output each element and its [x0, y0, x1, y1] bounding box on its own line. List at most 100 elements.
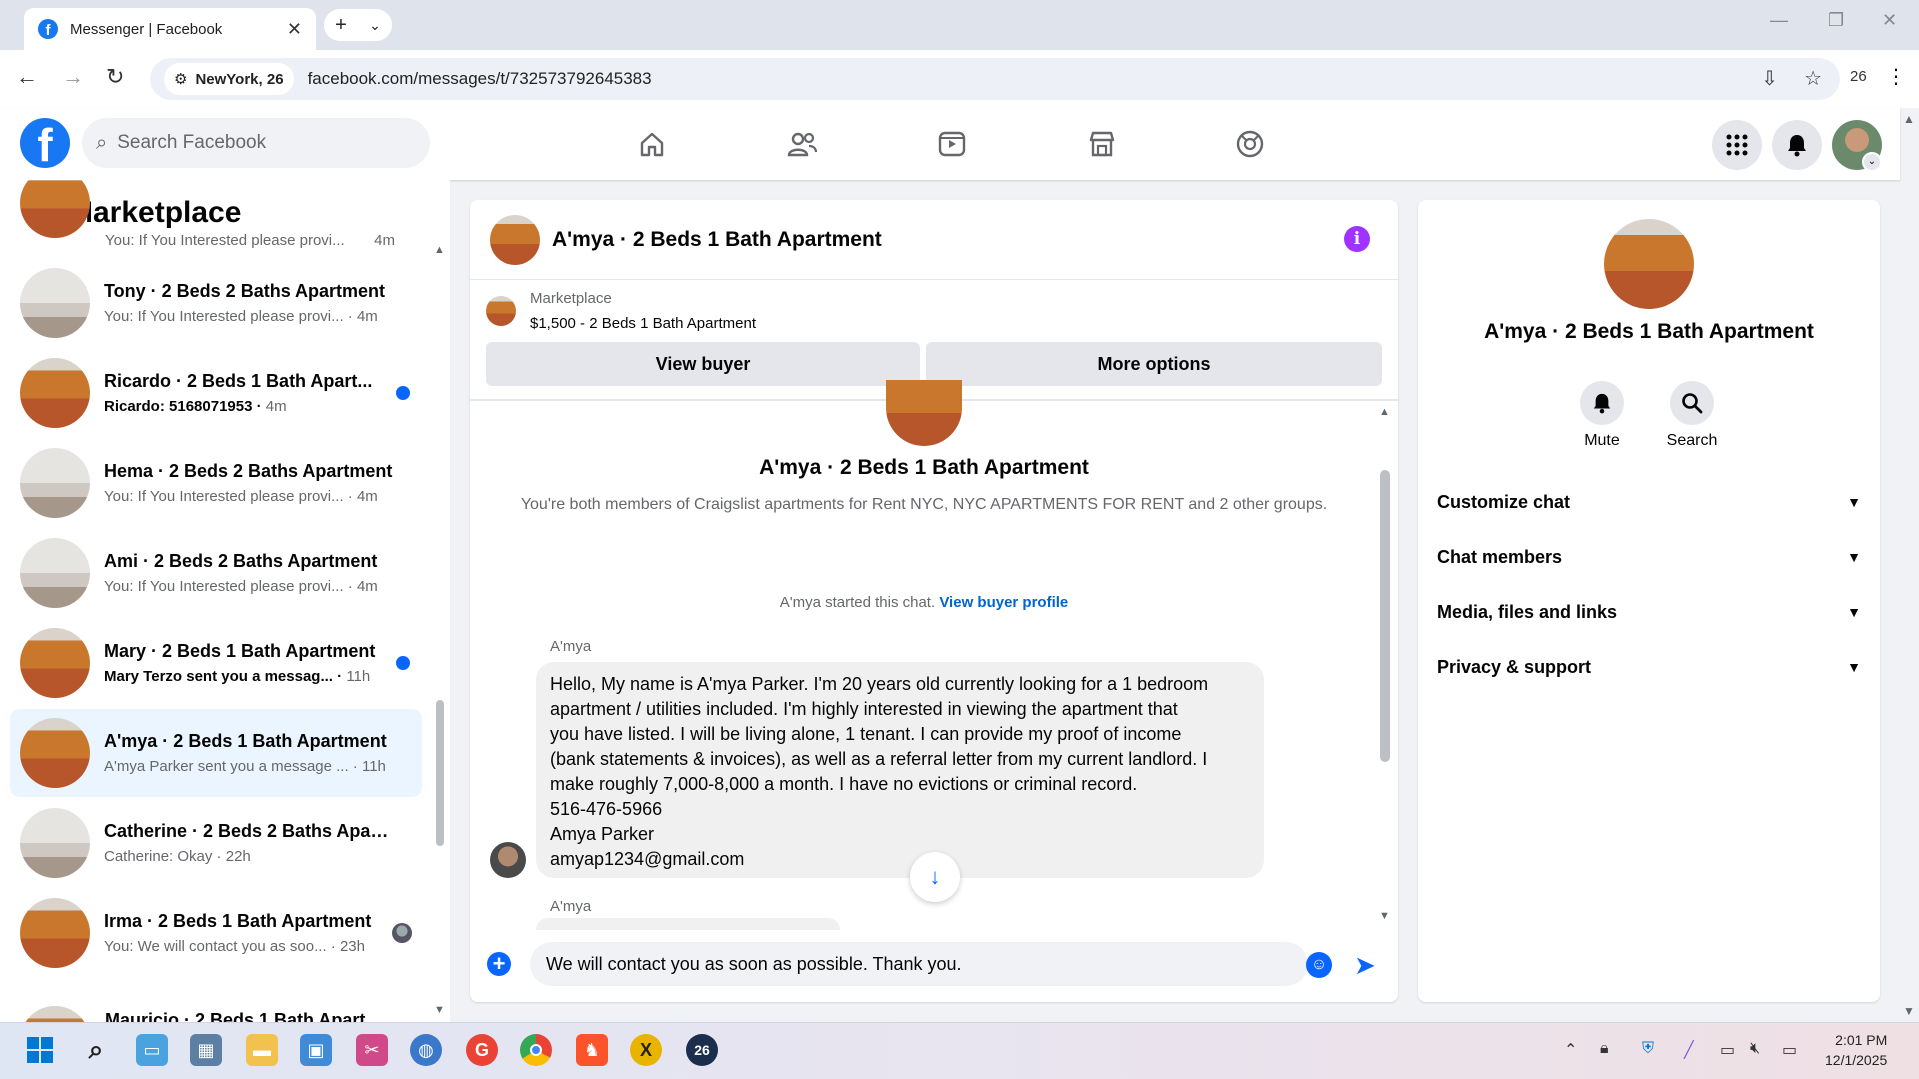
chat-avatar[interactable] [490, 214, 540, 265]
conversation-item[interactable]: Tony · 2 Beds 2 Baths Apartment You: If Y… [10, 259, 422, 347]
sender-avatar[interactable] [490, 842, 526, 878]
conversation-item[interactable]: Mary · 2 Beds 1 Bath Apartment Mary Terzo… [10, 619, 422, 707]
site-info-chip[interactable]: ⚙ NewYork, 26 [164, 63, 294, 95]
page-scroll-up-icon[interactable]: ▲ [1903, 112, 1915, 126]
profile-count[interactable]: 26 [1850, 68, 1867, 85]
conversation-item[interactable]: A'mya · 2 Beds 1 Bath Apartment A'mya Par… [10, 709, 422, 797]
chat-scroll-down-icon[interactable]: ▼ [1379, 910, 1390, 922]
close-window-icon[interactable]: ✕ [1882, 10, 1897, 31]
chat-scrollbar[interactable] [1380, 470, 1390, 762]
conversation-item[interactable]: Catherine · 2 Beds 2 Baths Apart... Cathe… [10, 799, 422, 887]
reload-icon[interactable]: ↻ [106, 64, 124, 90]
emoji-icon[interactable]: ☺ [1306, 952, 1332, 978]
view-buyer-profile-link[interactable]: View buyer profile [939, 594, 1068, 611]
minimize-icon[interactable]: — [1770, 10, 1788, 31]
sidebar-scrollbar[interactable] [436, 700, 444, 846]
send-icon[interactable]: ➤ [1354, 950, 1376, 981]
system-clock[interactable]: 2:01 PM 12/1/2025 [1825, 1030, 1887, 1070]
marketplace-label: Marketplace [530, 290, 612, 307]
snipping-tool-icon[interactable]: ✂ [356, 1034, 388, 1066]
new-tab-group[interactable]: + ⌄ [324, 9, 392, 41]
file-explorer-icon[interactable]: ▬ [246, 1034, 278, 1066]
conversation-item[interactable]: Ami · 2 Beds 2 Baths Apartment You: If Yo… [10, 529, 422, 617]
more-options-button[interactable]: More options [926, 342, 1382, 386]
info-avatar[interactable] [1604, 219, 1694, 309]
network-icon[interactable]: ▭ [1720, 1040, 1735, 1060]
windows-start-icon[interactable] [24, 1034, 56, 1066]
restore-icon[interactable]: ❐ [1828, 10, 1844, 31]
mute-bell-icon[interactable] [1580, 381, 1624, 425]
partial-preview-text: You: If You Interested please provi... [105, 232, 345, 249]
media-files-links-item[interactable]: Media, files and links ▼ [1437, 591, 1861, 633]
conversation-item[interactable]: Ricardo · 2 Beds 1 Bath Apart... Ricardo:… [10, 349, 422, 437]
info-icon[interactable]: i [1344, 226, 1370, 252]
message-bubble-partial[interactable] [536, 918, 840, 930]
globe-icon[interactable]: ◍ [410, 1034, 442, 1066]
forward-icon[interactable]: → [62, 64, 84, 90]
ix-browser-icon[interactable]: X [630, 1034, 662, 1066]
conversation-thumbnail [20, 538, 90, 608]
chrome-icon[interactable] [520, 1034, 552, 1066]
conversation-item[interactable]: Irma · 2 Beds 1 Bath Apartment You: We wi… [10, 889, 422, 977]
battery-icon[interactable]: ▭ [1782, 1040, 1797, 1060]
gaming-icon[interactable] [1228, 122, 1272, 166]
account-chevron-icon[interactable]: ⌄ [1862, 152, 1882, 172]
taskbar-search-icon[interactable]: ⌕ [80, 1034, 112, 1066]
chat-scroll-up-icon[interactable]: ▲ [1379, 406, 1390, 418]
customize-chat-item[interactable]: Customize chat ▼ [1437, 481, 1861, 523]
menu-label: Media, files and links [1437, 601, 1618, 622]
chevron-down-icon[interactable]: ⌄ [369, 17, 381, 34]
sidebar-scroll-up-icon[interactable]: ▲ [434, 244, 445, 256]
privacy-support-item[interactable]: Privacy & support ▼ [1437, 646, 1861, 688]
weather-badge-icon[interactable]: 26 [686, 1034, 718, 1066]
tray-chevron-up-icon[interactable]: ⌃ [1564, 1040, 1577, 1060]
back-icon[interactable]: ← [16, 64, 38, 90]
video-icon[interactable] [930, 122, 974, 166]
conversation-meta: Hema · 2 Beds 2 Baths Apartment You: If Y… [104, 461, 394, 505]
search-in-chat-icon[interactable] [1670, 381, 1714, 425]
search-input[interactable]: ⌕ Search Facebook [82, 118, 430, 168]
chevron-down-icon: ▼ [1847, 549, 1861, 565]
friends-icon[interactable] [780, 122, 824, 166]
plus-icon[interactable]: + [335, 14, 347, 37]
scroll-to-bottom-button[interactable]: ↓ [910, 852, 960, 902]
home-icon[interactable] [630, 122, 674, 166]
sidebar-scroll-down-icon[interactable]: ▼ [434, 1004, 445, 1016]
partial-bottom-thumb[interactable] [20, 1006, 90, 1022]
photos-icon[interactable]: ▣ [300, 1034, 332, 1066]
message-input[interactable]: We will contact you as soon as possible.… [530, 942, 1308, 986]
url-text[interactable]: facebook.com/messages/t/732573792645383 [308, 69, 652, 89]
tray-lock-icon[interactable]: 🔒︎ [1600, 1040, 1609, 1058]
task-view-icon[interactable]: ▭ [136, 1034, 168, 1066]
partial-conversation-preview[interactable]: You: If You Interested please provi... 4… [105, 232, 395, 252]
conversation-item[interactable]: Hema · 2 Beds 2 Baths Apartment You: If Y… [10, 439, 422, 527]
partial-conversation-thumb[interactable] [20, 180, 90, 264]
address-bar[interactable]: ⚙ NewYork, 26 facebook.com/messages/t/732… [150, 58, 1840, 100]
bookmark-star-icon[interactable]: ☆ [1804, 66, 1822, 91]
preview-time: 4m [356, 488, 378, 505]
pen-icon[interactable]: ╱ [1684, 1040, 1694, 1060]
close-tab-icon[interactable]: ✕ [287, 19, 302, 40]
marketplace-icon[interactable] [1080, 122, 1124, 166]
notifications-bell-icon[interactable] [1772, 120, 1822, 170]
page-scroll-down-icon[interactable]: ▼ [1903, 1004, 1915, 1018]
tune-icon: ⚙ [174, 71, 188, 88]
app-icon[interactable]: ▦ [190, 1034, 222, 1066]
chat-title[interactable]: A'mya · 2 Beds 1 Bath Apartment [552, 228, 882, 252]
view-buyer-button[interactable]: View buyer [486, 342, 920, 386]
chat-members-item[interactable]: Chat members ▼ [1437, 536, 1861, 578]
message-bubble[interactable]: Hello, My name is A'mya Parker. I'm 20 y… [536, 662, 1264, 878]
brave-icon[interactable]: ♞ [576, 1034, 608, 1066]
listing-thumb[interactable] [486, 296, 516, 326]
browser-tab[interactable]: f Messenger | Facebook ✕ [24, 8, 316, 50]
defender-shield-icon[interactable]: ⛨ [1642, 1040, 1654, 1058]
plus-icon[interactable]: + [487, 952, 511, 976]
install-app-icon[interactable]: ⇩ [1761, 66, 1778, 91]
browser-menu-icon[interactable]: ⋮ [1886, 64, 1906, 89]
volume-muted-icon[interactable]: 🔇︎ [1750, 1040, 1760, 1058]
chrome-alt-icon[interactable]: G [466, 1034, 498, 1066]
partial-bottom-name[interactable]: Mauricio · 2 Beds 1 Bath Apart... [105, 1010, 395, 1022]
facebook-logo-icon[interactable]: f [20, 118, 70, 168]
menu-grid-icon[interactable] [1712, 120, 1762, 170]
listing-title[interactable]: $1,500 - 2 Beds 1 Bath Apartment [530, 315, 756, 332]
